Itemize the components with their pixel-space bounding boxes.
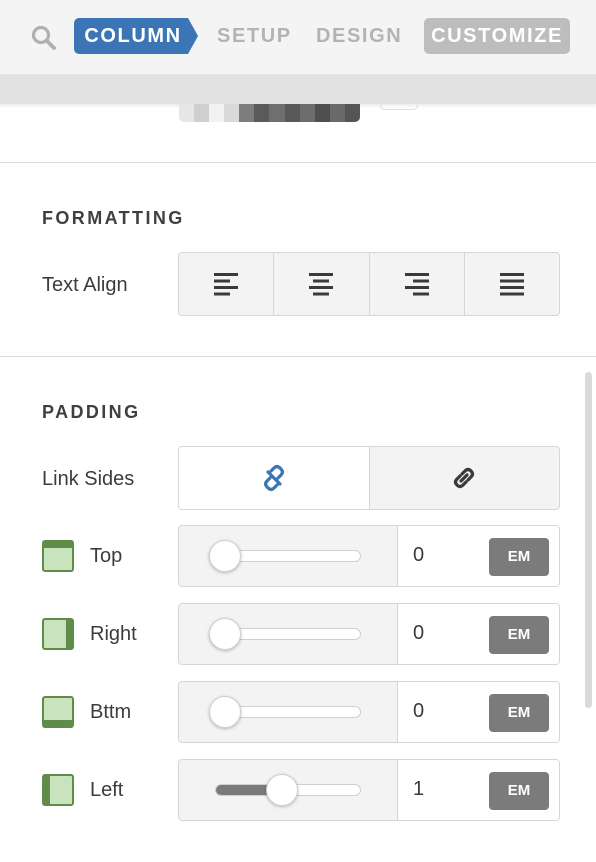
padding-top-value-input[interactable] <box>413 544 473 567</box>
slider-handle[interactable] <box>209 696 241 728</box>
align-justify-icon <box>499 273 524 296</box>
color-swatch-small[interactable] <box>380 104 418 110</box>
padding-bottom-icon <box>42 696 74 728</box>
tab-design[interactable]: DESIGN <box>316 18 402 54</box>
padding-title: PADDING <box>42 402 141 422</box>
padding-top-slider[interactable] <box>179 526 398 586</box>
padding-left-slider[interactable] <box>179 760 398 820</box>
padding-left-icon <box>42 774 74 806</box>
link-sides-label: Link Sides <box>42 468 135 490</box>
padding-bottom-unit-button[interactable]: EM <box>489 694 549 732</box>
padding-right-slider[interactable] <box>179 604 398 664</box>
tab-column[interactable]: COLUMN <box>74 18 198 54</box>
padding-right-value-input[interactable] <box>413 622 473 645</box>
link-sides-group <box>178 446 560 510</box>
tab-setup[interactable]: SETUP <box>217 18 292 54</box>
padding-bottom-control: EM <box>178 681 560 743</box>
slider-handle[interactable] <box>209 540 241 572</box>
padding-bottom-value-input[interactable] <box>413 700 473 723</box>
section-divider <box>0 162 596 163</box>
padding-left-control: EM <box>178 759 560 821</box>
align-right-icon <box>404 273 429 296</box>
padding-top-label: Top <box>90 545 123 567</box>
unlink-icon <box>263 465 284 491</box>
padding-bottom-slider[interactable] <box>179 682 398 742</box>
padding-top-icon <box>42 540 74 572</box>
padding-left-unit-button[interactable]: EM <box>489 772 549 810</box>
link-sides-button[interactable] <box>370 447 560 509</box>
section-divider <box>0 356 596 357</box>
align-left-button[interactable] <box>179 253 275 315</box>
align-left-icon <box>214 273 239 296</box>
padding-left-value-input[interactable] <box>413 778 473 801</box>
padding-bottom-label: Bttm <box>90 701 132 723</box>
top-nav: COLUMN SETUP DESIGN CUSTOMIZE <box>0 0 596 74</box>
padding-right-unit-button[interactable]: EM <box>489 616 549 654</box>
align-center-icon <box>309 273 334 296</box>
link-icon <box>454 467 475 489</box>
padding-left-label: Left <box>90 779 124 801</box>
slider-handle[interactable] <box>209 618 241 650</box>
formatting-title: FORMATTING <box>42 208 185 228</box>
align-right-button[interactable] <box>370 253 465 315</box>
padding-right-icon <box>42 618 74 650</box>
padding-top-control: EM <box>178 525 560 587</box>
padding-top-unit-button[interactable]: EM <box>489 538 549 576</box>
text-align-group <box>178 252 560 316</box>
scrollbar[interactable] <box>585 372 592 708</box>
tab-customize[interactable]: CUSTOMIZE <box>424 18 570 54</box>
color-swatch-preview[interactable] <box>179 104 360 122</box>
search-icon[interactable] <box>30 24 58 52</box>
padding-right-label: Right <box>90 623 137 645</box>
padding-right-control: EM <box>178 603 560 665</box>
align-justify-button[interactable] <box>465 253 559 315</box>
unlink-sides-button[interactable] <box>179 447 370 509</box>
align-center-button[interactable] <box>274 253 370 315</box>
slider-handle[interactable] <box>265 774 298 806</box>
toolbar-shadow <box>0 74 596 104</box>
text-align-label: Text Align <box>42 274 128 296</box>
